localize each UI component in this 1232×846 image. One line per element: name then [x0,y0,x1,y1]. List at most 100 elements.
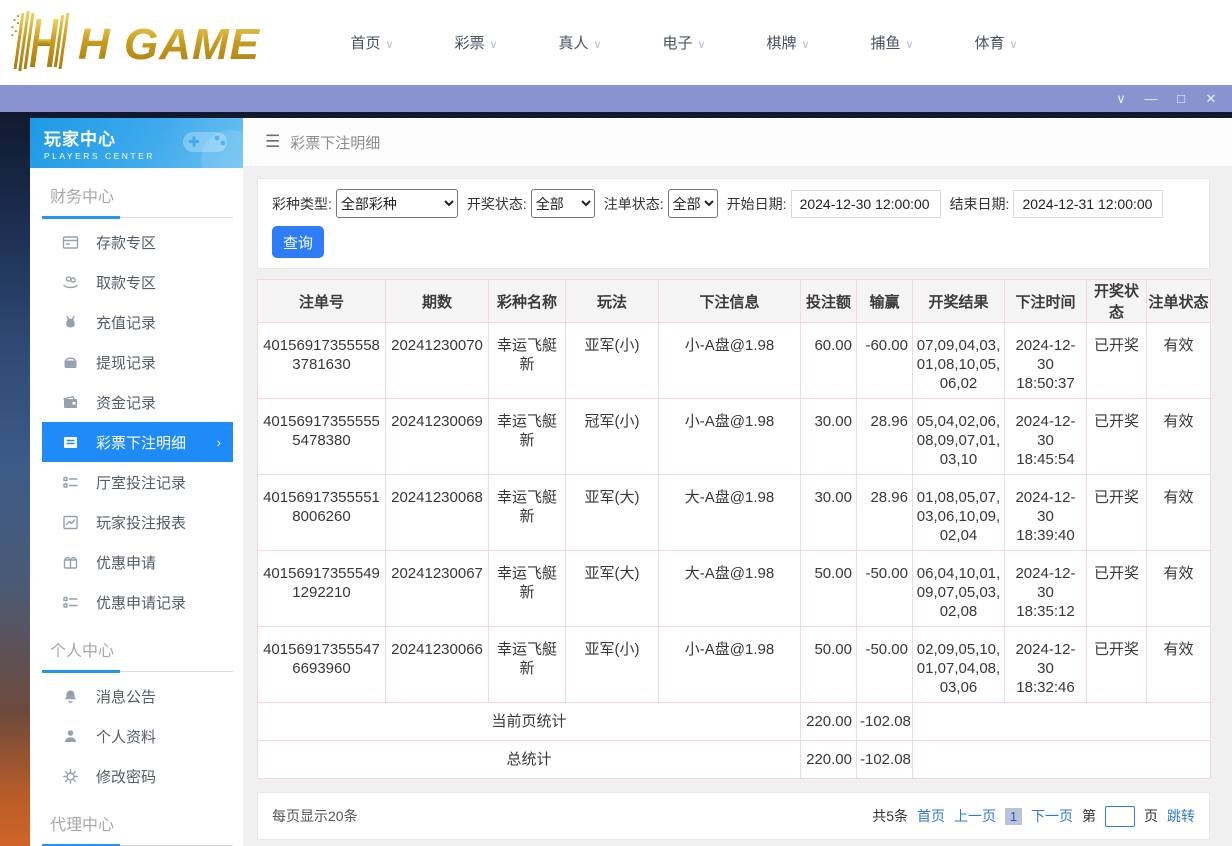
sidebar-item-funds-records[interactable]: 资金记录 [42,382,233,422]
table-cell: 06,04,10,01,09,07,05,03,02,08 [913,551,1005,627]
grand-total-row: 总统计 220.00 -102.08 [258,741,1211,779]
nav-label: 捕鱼 [870,35,900,52]
next-page-link[interactable]: 下一页 [1031,806,1073,826]
nav-item-sports[interactable]: 体育∨ [944,32,1048,53]
menu-icon[interactable]: ☰ [265,132,280,152]
sidebar-item-deposit-zone[interactable]: 存款专区 [42,222,233,262]
prev-page-link[interactable]: 上一页 [954,806,996,826]
table-cell: 401569173555491292210 [258,551,386,627]
window-dropdown-icon[interactable]: ∨ [1106,85,1136,112]
table-cell: 小-A盘@1.98 [659,323,801,399]
table-cell: 大-A盘@1.98 [659,551,801,627]
table-cell: 已开奖 [1087,475,1147,551]
nav-label: 真人 [558,35,588,52]
sidebar-item-label: 消息公告 [96,686,156,707]
table-cell: 亚军(小) [566,627,659,703]
summary-bet-total: 220.00 [801,741,857,779]
table-cell: 有效 [1147,627,1211,703]
sidebar-item-recharge-records[interactable]: 充值记录 [42,302,233,342]
bell-icon [62,688,79,705]
sidebar-item-profile[interactable]: 个人资料 [42,716,233,756]
sidebar-item-lottery-bet-details[interactable]: 彩票下注明细 › [42,422,233,462]
sidebar-item-hall-bet-records[interactable]: 厅室投注记录 [42,462,233,502]
table-cell: 401569173555583781630 [258,323,386,399]
sidebar-item-label: 优惠申请记录 [96,592,186,613]
summary-winloss-total: -102.08 [857,703,913,741]
table-cell: 有效 [1147,399,1211,475]
draw-status-select[interactable]: 全部 [531,189,595,218]
window-minimize-button[interactable]: — [1136,85,1166,112]
col-draw-status: 开奖状态 [1087,280,1147,323]
section-underline [42,670,233,672]
nav-label: 首页 [350,35,380,52]
sidebar-item-withdrawal-records[interactable]: 提现记录 [42,342,233,382]
chevron-down-icon: ∨ [697,39,705,51]
current-page-indicator: 1 [1005,808,1022,825]
jump-button[interactable]: 跳转 [1167,806,1195,826]
sidebar-item-label: 提现记录 [96,352,156,373]
list-icon [62,594,79,611]
sidebar-item-withdraw-zone[interactable]: 取款专区 [42,262,233,302]
site-logo: H GAME [8,9,276,76]
sidebar-item-change-password[interactable]: 修改密码 [42,756,233,796]
sidebar-section-agent: 代理中心 [42,811,233,846]
summary-label: 总统计 [258,741,801,779]
table-cell: 05,04,02,06,08,09,07,01,03,10 [913,399,1005,475]
table-cell: 有效 [1147,551,1211,627]
start-date-input[interactable] [791,190,941,218]
table-cell: 401569173555476693960 [258,627,386,703]
table-cell: 冠军(小) [566,399,659,475]
nav-label: 电子 [662,35,692,52]
col-period: 期数 [386,280,489,323]
sidebar-item-label: 玩家投注报表 [96,512,186,533]
nav-label: 彩票 [454,35,484,52]
page-jump-input[interactable] [1105,806,1135,827]
nav-item-electronic[interactable]: 电子 ∨ [632,32,736,53]
window-body: 玩家中心 PLAYERS CENTER 财务中心 存款专区 取款专区 [0,112,1232,846]
sidebar-item-promo-apply-records[interactable]: 优惠申请记录 [42,582,233,622]
end-date-label: 结束日期: [950,194,1010,214]
table-header-row: 注单号 期数 彩种名称 玩法 下注信息 投注额 输赢 开奖结果 下注时间 开奖状… [258,280,1211,323]
first-page-link[interactable]: 首页 [917,806,945,826]
nav-item-chess[interactable]: 棋牌∨ [736,32,840,53]
table-cell: 07,09,04,03,01,08,10,05,06,02 [913,323,1005,399]
nav-item-live[interactable]: 真人 ∨ [528,32,632,53]
nav-item-lottery[interactable]: 彩票∨ [424,32,528,53]
order-status-label: 注单状态: [604,194,664,214]
end-date-input[interactable] [1013,190,1163,218]
table-cell: 50.00 [801,627,857,703]
table-cell: 有效 [1147,475,1211,551]
table-cell: 2024-12-30 18:39:40 [1005,475,1087,551]
sidebar-item-promo-apply[interactable]: 优惠申请 [42,542,233,582]
summary-bet-total: 220.00 [801,703,857,741]
nav-item-fishing[interactable]: 捕鱼∨ [840,32,944,53]
bet-table: 注单号 期数 彩种名称 玩法 下注信息 投注额 输赢 开奖结果 下注时间 开奖状… [257,279,1211,779]
table-row: 40156917355558378163020241230070幸运飞艇新亚军(… [258,323,1211,399]
table-cell: -60.00 [857,323,913,399]
window-maximize-button[interactable]: □ [1166,85,1196,112]
table-cell: 30.00 [801,399,857,475]
table-row: 40156917355551800626020241230068幸运飞艇新亚军(… [258,475,1211,551]
section-title-agent: 代理中心 [42,811,233,835]
chevron-down-icon: ∨ [593,39,601,51]
main-inner: 彩种类型: 全部彩种 开奖状态: 全部 注单状态: 全部 开始日期: 结束日期:… [243,167,1232,846]
sidebar-item-player-bet-report[interactable]: 玩家投注报表 [42,502,233,542]
lottery-type-select[interactable]: 全部彩种 [336,189,458,218]
nav-item-home[interactable]: 首页∨ [320,32,424,53]
window-close-button[interactable]: ✕ [1196,85,1226,112]
table-cell: 幸运飞艇新 [489,323,566,399]
table-cell: 亚军(大) [566,551,659,627]
table-cell: 幸运飞艇新 [489,399,566,475]
search-button[interactable]: 查询 [272,226,324,258]
table-cell: 401569173555518006260 [258,475,386,551]
main-content: ☰ 彩票下注明细 彩种类型: 全部彩种 开奖状态: 全部 注单状态: 全部 开始… [243,118,1232,846]
order-status-select[interactable]: 全部 [668,189,718,218]
table-cell: 2024-12-30 18:32:46 [1005,627,1087,703]
sidebar-section-personal: 个人中心 [42,637,233,672]
table-cell: 60.00 [801,323,857,399]
filter-panel: 彩种类型: 全部彩种 开奖状态: 全部 注单状态: 全部 开始日期: 结束日期:… [257,178,1210,269]
col-bet-amount: 投注额 [801,280,857,323]
sidebar-item-announcements[interactable]: 消息公告 [42,676,233,716]
table-cell: 亚军(大) [566,475,659,551]
summary-empty [913,741,1211,779]
